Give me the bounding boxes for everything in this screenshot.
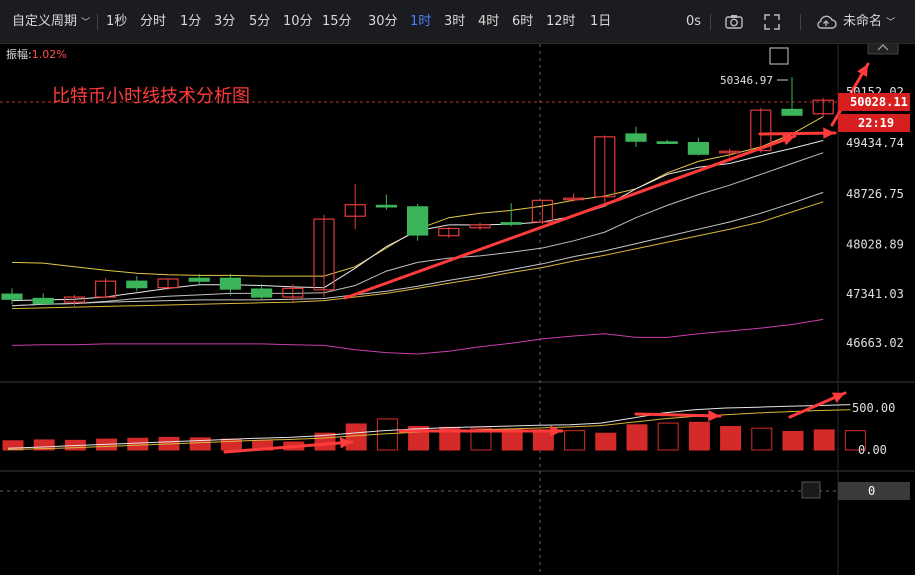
candle-body (1, 293, 23, 300)
candle-body (781, 108, 803, 116)
toolbar-divider (97, 14, 98, 30)
candle-body (687, 142, 710, 155)
price-tick-label: 46663.02 (846, 336, 904, 350)
volume-bar (813, 429, 835, 451)
volume-bar (751, 427, 773, 451)
interval-tab-10分[interactable]: 10分 (283, 13, 313, 31)
interval-tab-5分[interactable]: 5分 (249, 13, 270, 31)
amplitude-label: 振幅: (6, 48, 32, 61)
candle-body (32, 297, 54, 305)
amplitude-readout: 振幅:1.02% (6, 46, 67, 62)
price-tick-label: 48726.75 (846, 187, 904, 201)
trend-arrowhead (782, 134, 795, 146)
custom-period-dropdown[interactable]: 自定义周期 ﹀ (12, 13, 90, 32)
candle-body (126, 280, 148, 289)
candle-body (375, 204, 397, 208)
candle-body (407, 206, 429, 236)
toolbar: 自定义周期 ﹀ 1秒 分时 1分 3分 5分 10分 15分 30分 1时 3时 4时 6时 12时 1日… (0, 0, 915, 44)
current-price-label: 50028.11 (850, 95, 908, 109)
candle-body (251, 288, 273, 298)
refresh-interval-label[interactable]: 0s (686, 13, 701, 31)
volume-bar (720, 425, 742, 451)
pane-expand-icon (801, 481, 821, 499)
custom-period-label: 自定义周期 (12, 14, 78, 29)
camera-icon[interactable] (724, 12, 744, 32)
trend-arrowhead (708, 410, 720, 422)
volume-bar (2, 440, 24, 451)
chevron-down-icon: ﹀ (886, 18, 896, 28)
volume-bar (189, 437, 211, 451)
indicator-value-label: 0 (868, 484, 875, 498)
volume-bar (782, 431, 804, 451)
fullscreen-icon[interactable] (762, 12, 782, 32)
ma-line-6 (11, 318, 824, 355)
toolbar-divider (710, 14, 711, 30)
chart-annotation-title: 比特币小时线技术分析图 (52, 86, 250, 107)
candle-body (188, 277, 210, 282)
interval-tab-1时[interactable]: 1时 (410, 13, 431, 31)
interval-tab-3时[interactable]: 3时 (444, 13, 465, 31)
candle-body (500, 222, 522, 225)
volume-tick-label: 0.00 (858, 443, 887, 457)
calendar-icon (769, 47, 789, 65)
interval-tab-1分[interactable]: 1分 (180, 13, 201, 31)
volume-bar (345, 423, 367, 451)
chevron-down-icon: ﹀ (81, 18, 91, 28)
ma-line-1 (11, 116, 824, 277)
interval-tab-30分[interactable]: 30分 (368, 13, 398, 31)
trend-annotations (223, 62, 870, 454)
trend-arrowhead (823, 127, 835, 139)
price-tick-label: 48028.89 (846, 237, 904, 251)
chart-area[interactable]: 49434.74 48726.75 48028.89 47341.03 46663.02… (0, 44, 915, 575)
volume-bar (688, 421, 710, 451)
toolbar-divider (800, 14, 801, 30)
interval-tab-4时[interactable]: 4时 (478, 13, 499, 31)
cloud-icon[interactable] (815, 12, 837, 32)
candle-body (656, 141, 678, 144)
countdown-label: 22:19 (858, 116, 894, 130)
interval-tab-3分[interactable]: 3分 (214, 13, 235, 31)
interval-tab-1日[interactable]: 1日 (590, 13, 611, 31)
interval-tab-分时[interactable]: 分时 (140, 13, 166, 31)
volume-bar (127, 437, 149, 451)
grid (0, 44, 915, 575)
volume-bar (595, 432, 617, 451)
trend-arrow (634, 412, 722, 418)
price-tick-label: 47341.03 (846, 287, 904, 301)
volume-bar (657, 422, 679, 451)
volume-bar (626, 424, 648, 451)
interval-tab-1秒[interactable]: 1秒 (106, 13, 127, 31)
layout-name-dropdown[interactable]: 未命名 ﹀ (843, 13, 895, 32)
amplitude-value: 1.02% (31, 48, 67, 61)
candle-body (219, 277, 241, 290)
volume-bar (564, 430, 586, 451)
candle-body (625, 133, 647, 142)
volume-tick-label: 500.00 (852, 401, 895, 415)
interval-tab-12时[interactable]: 12时 (546, 13, 576, 31)
layout-name-label: 未命名 (843, 14, 883, 29)
high-marker-label: 50346.97 (720, 74, 773, 87)
price-tick-label: 49434.74 (846, 136, 904, 150)
interval-tab-6时[interactable]: 6时 (512, 13, 533, 31)
interval-tab-15分[interactable]: 15分 (322, 13, 352, 31)
